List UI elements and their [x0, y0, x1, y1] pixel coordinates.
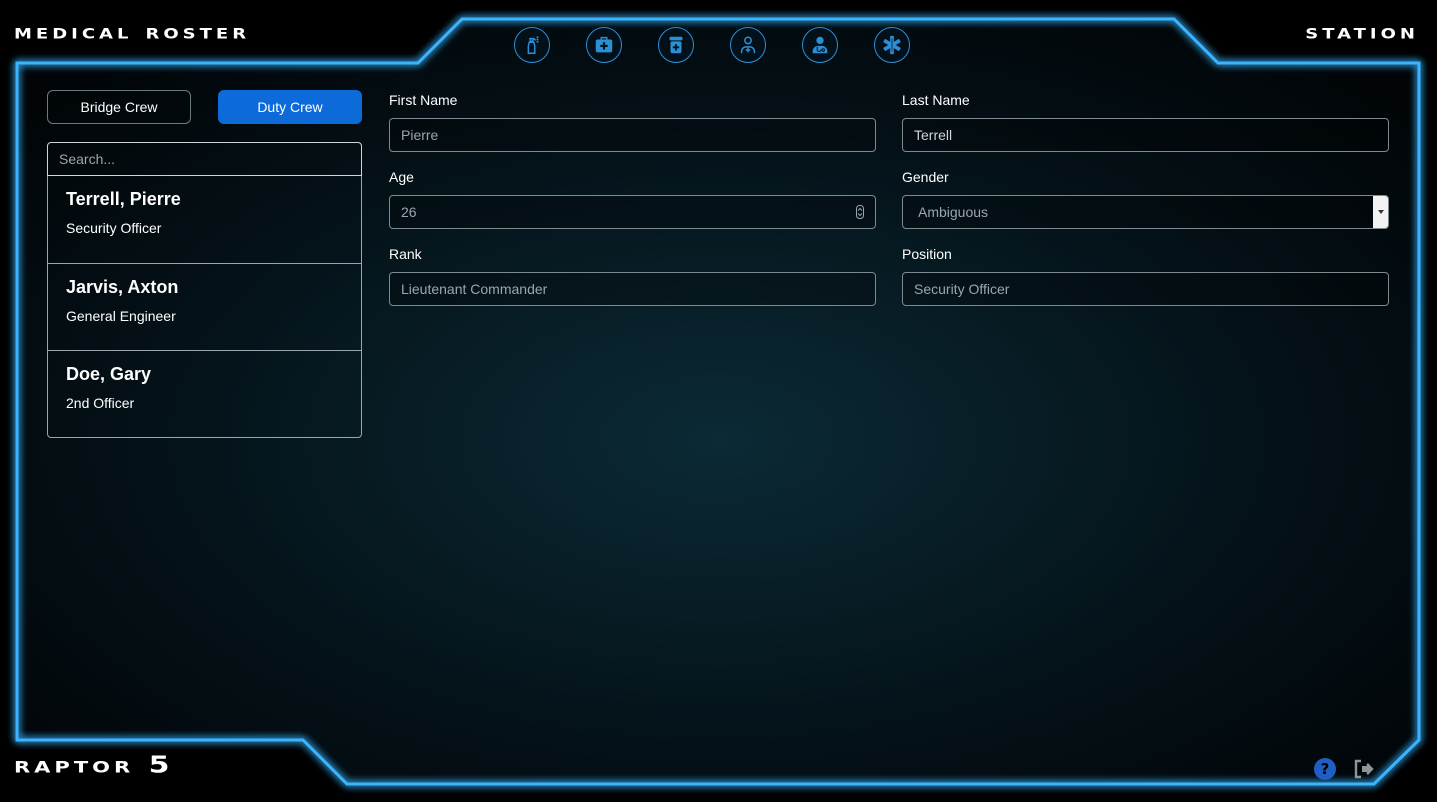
patient-icon[interactable]	[730, 27, 766, 63]
crew-toggle: Bridge Crew Duty Crew	[47, 90, 362, 124]
last-name-group: Last Name Terrell	[902, 92, 1389, 152]
last-name-field[interactable]: Terrell	[902, 118, 1389, 152]
duty-crew-button[interactable]: Duty Crew	[218, 90, 362, 124]
rank-label: Rank	[389, 246, 422, 262]
position-field[interactable]: Security Officer	[902, 272, 1389, 306]
star-of-life-icon[interactable]	[874, 27, 910, 63]
age-label: Age	[389, 169, 414, 185]
rank-group: Rank Lieutenant Commander	[389, 246, 876, 306]
footer-actions: ?	[1313, 757, 1375, 781]
first-name-label: First Name	[389, 92, 458, 108]
first-name-group: First Name Pierre	[389, 92, 876, 152]
position-group: Position Security Officer	[902, 246, 1389, 306]
age-value: 26	[401, 204, 417, 220]
gender-select[interactable]: Ambiguous	[902, 195, 1389, 229]
gender-value: Ambiguous	[918, 204, 989, 220]
app-title: MEDICAL ROSTER	[14, 20, 251, 44]
svg-text:?: ?	[1321, 760, 1330, 778]
chevron-down-icon[interactable]	[1373, 196, 1388, 228]
search-input[interactable]	[47, 142, 362, 176]
crew-position: General Engineer	[66, 308, 176, 324]
help-icon[interactable]: ?	[1313, 757, 1337, 781]
age-group: Age 26	[389, 169, 876, 229]
pill-bottle-icon[interactable]	[658, 27, 694, 63]
station-title: STATION	[1305, 20, 1419, 44]
doctor-icon[interactable]	[802, 27, 838, 63]
list-item[interactable]: Terrell, Pierre Security Officer	[48, 176, 361, 263]
list-item[interactable]: Doe, Gary 2nd Officer	[48, 350, 361, 437]
crew-name: Terrell, Pierre	[66, 189, 181, 209]
spinner-arrows-icon[interactable]	[856, 205, 864, 219]
bridge-crew-button[interactable]: Bridge Crew	[47, 90, 191, 124]
gender-group: Gender Ambiguous	[902, 169, 1389, 229]
gender-label: Gender	[902, 169, 949, 185]
position-label: Position	[902, 246, 952, 262]
age-field[interactable]: 26	[389, 195, 876, 229]
ship-name: RAPTOR 5	[14, 751, 174, 779]
logout-icon[interactable]	[1351, 757, 1375, 781]
crew-position: Security Officer	[66, 220, 162, 236]
crew-name: Jarvis, Axton	[66, 277, 179, 297]
crew-position: 2nd Officer	[66, 395, 135, 411]
crew-name: Doe, Gary	[66, 364, 152, 384]
crew-list: Terrell, Pierre Security Officer Jarvis,…	[47, 176, 362, 438]
first-name-field[interactable]: Pierre	[389, 118, 876, 152]
first-aid-kit-icon[interactable]	[586, 27, 622, 63]
medical-nav	[514, 27, 910, 63]
spray-bottle-icon[interactable]	[514, 27, 550, 63]
list-item[interactable]: Jarvis, Axton General Engineer	[48, 263, 361, 350]
rank-field[interactable]: Lieutenant Commander	[389, 272, 876, 306]
last-name-label: Last Name	[902, 92, 970, 108]
